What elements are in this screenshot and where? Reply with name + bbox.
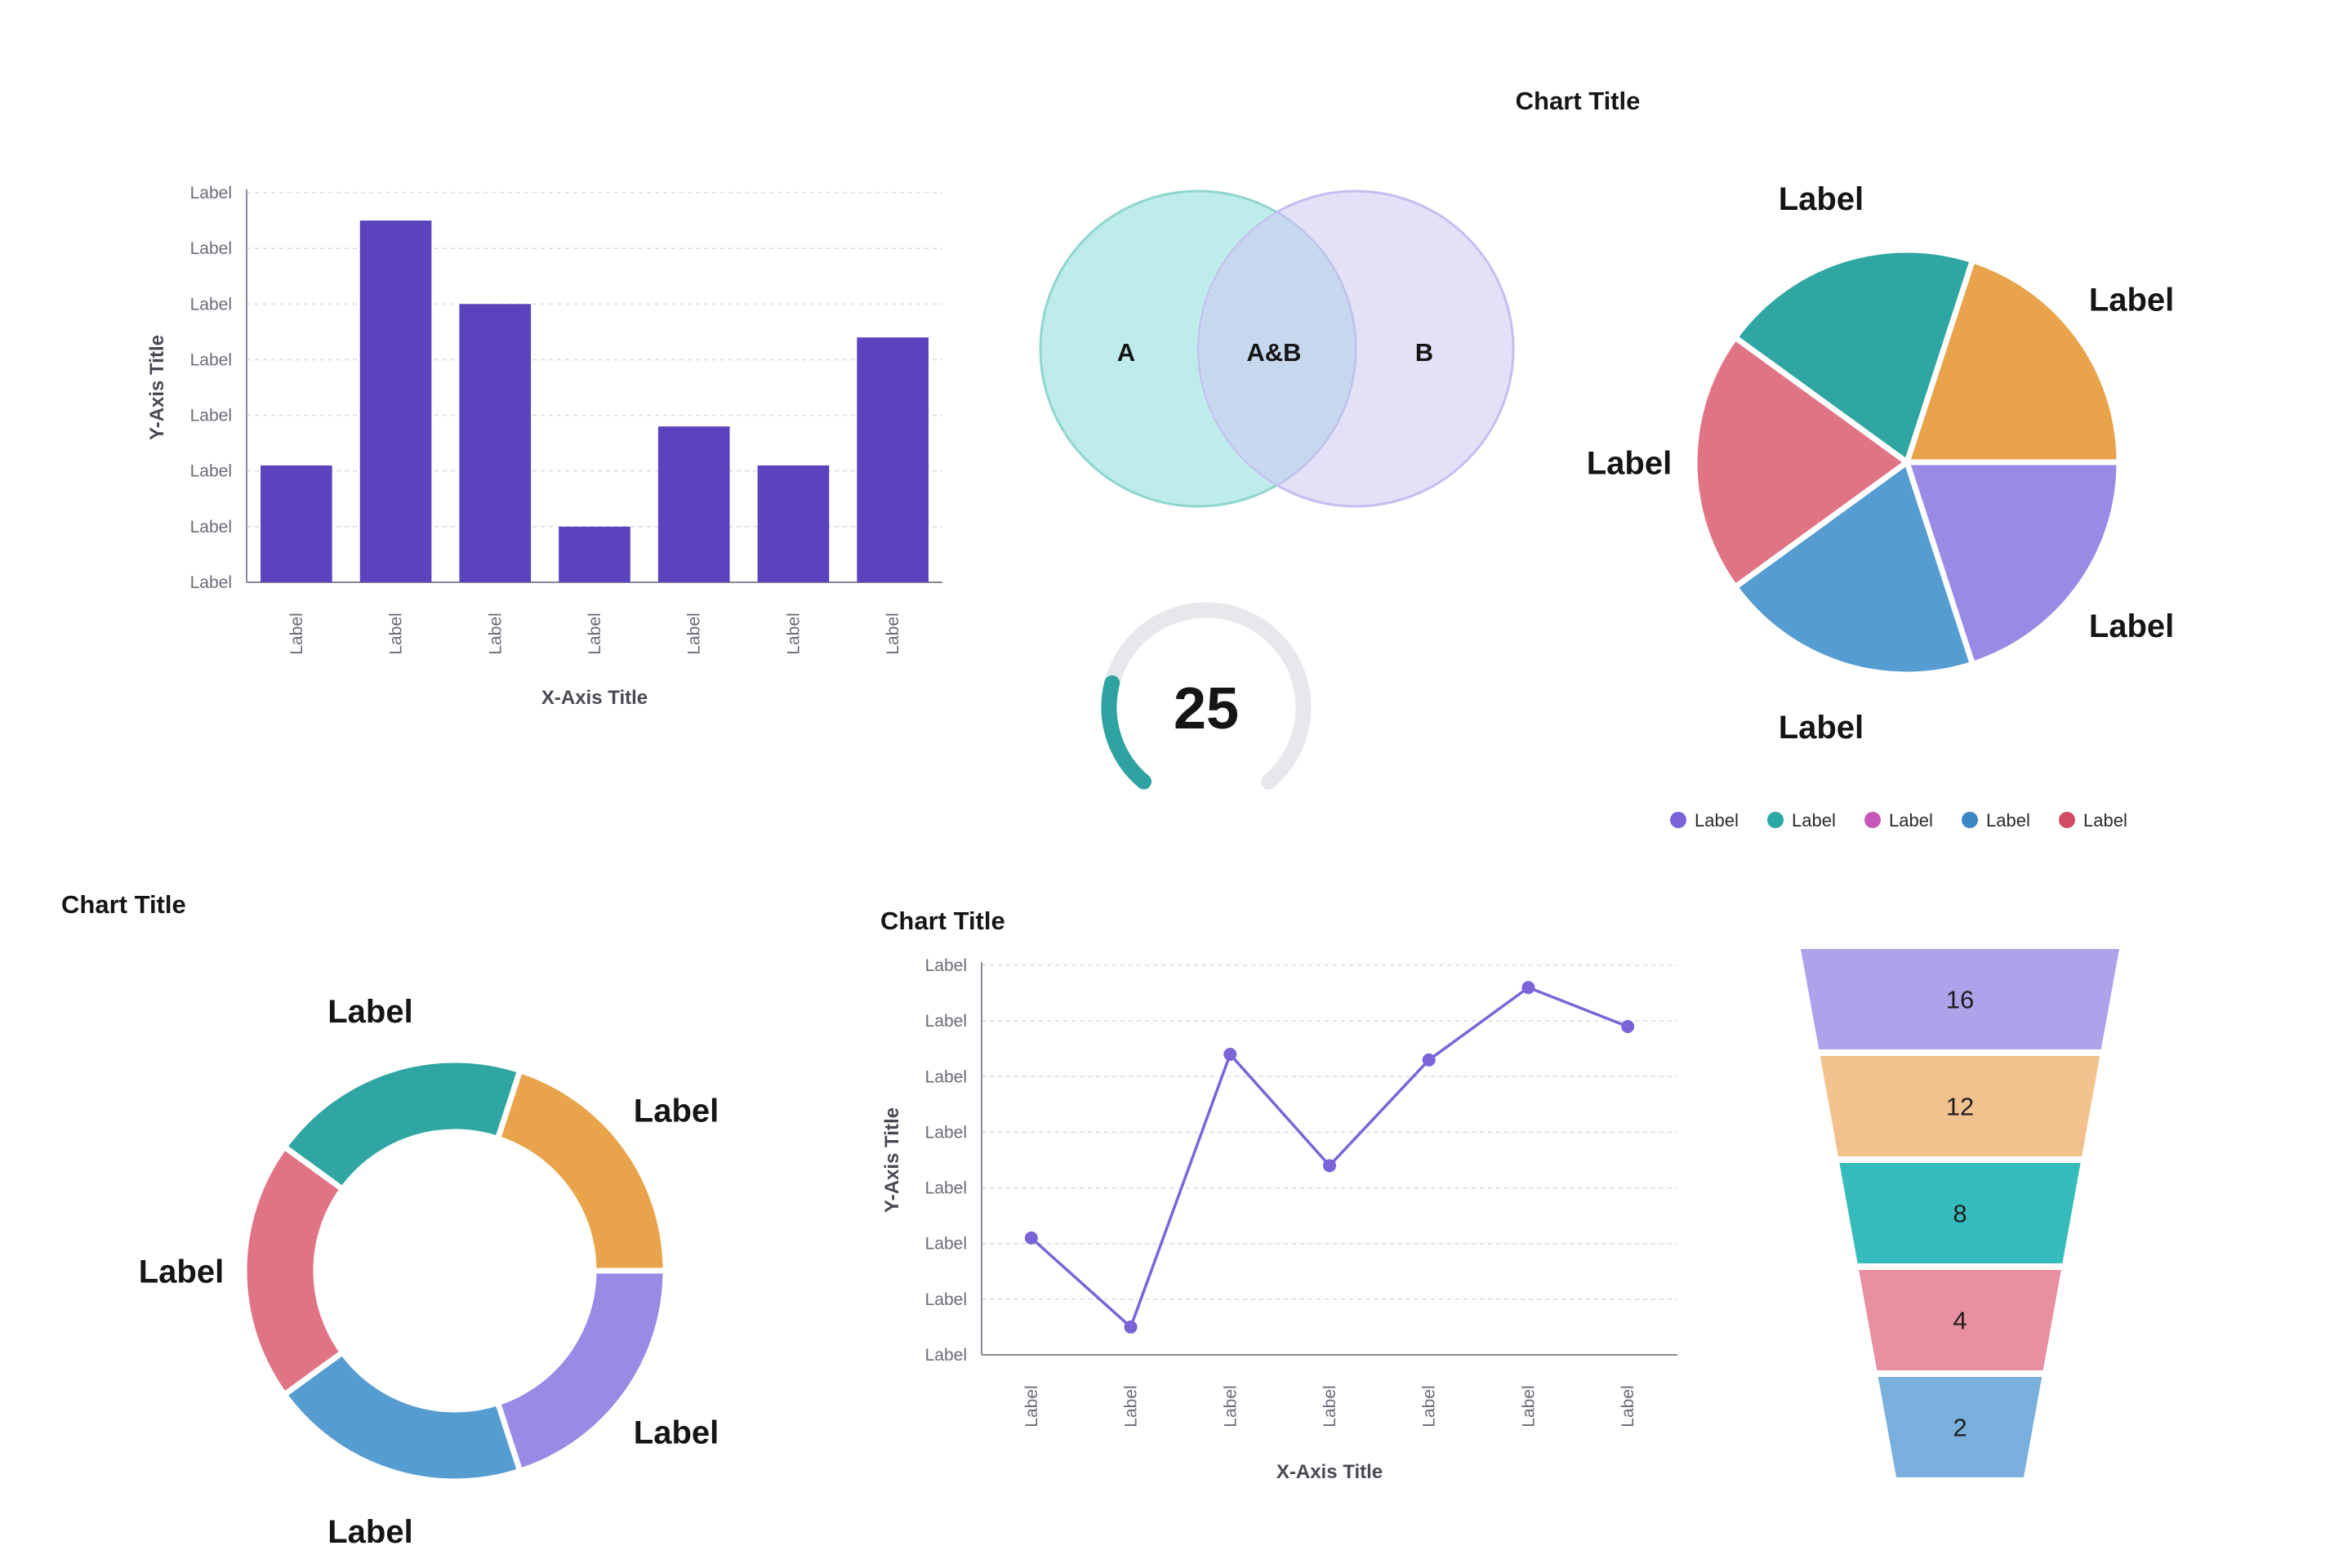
chart-title: Chart Title	[880, 906, 1005, 935]
donut-label: Label	[327, 994, 412, 1030]
y-tick-label: Label	[925, 1012, 967, 1031]
legend-label: Label	[1889, 810, 1933, 831]
funnel-chart: 16 12 8 4 2	[1801, 949, 2119, 1477]
y-tick-label: Label	[190, 462, 232, 481]
pie-label: Label	[1779, 710, 1864, 746]
chart-title: Chart Title	[1516, 87, 1641, 115]
y-tick-label: Label	[190, 239, 232, 258]
bar	[857, 337, 929, 582]
donut-label: Label	[139, 1254, 224, 1290]
venn-diagram: A A&B B	[1039, 189, 1515, 508]
x-tick-label: Label	[1420, 1385, 1439, 1427]
data-point	[1124, 1320, 1138, 1334]
bar-chart: Label Label Label Label Label Label Label Label…	[146, 184, 942, 709]
funnel-stage-label: 16	[1946, 986, 1974, 1014]
pie-label: Label	[1779, 181, 1864, 217]
series-line	[1030, 986, 1628, 1329]
y-tick-label: Label	[190, 295, 232, 314]
donut-label: Label	[634, 1093, 719, 1129]
legend-swatch	[1767, 812, 1784, 828]
venn-label-b: B	[1415, 338, 1433, 367]
legend-label: Label	[2083, 810, 2127, 831]
legend-label: Label	[1986, 810, 2030, 831]
funnel-stage-label: 12	[1946, 1093, 1974, 1121]
funnel-stage-label: 2	[1953, 1414, 1967, 1442]
legend-label: Label	[1695, 810, 1739, 831]
gauge-chart: 25	[1101, 602, 1312, 790]
bar	[261, 465, 332, 582]
x-tick-label: Label	[387, 612, 406, 654]
data-point	[1621, 1019, 1635, 1033]
chart-canvas: Label Label Label Label Label Label Label Label…	[61, 87, 2175, 1550]
x-tick-label: Label	[884, 612, 902, 654]
x-tick-label: Label	[1321, 1385, 1339, 1427]
line-chart: Label Label Label Label Label Label Label Label…	[880, 906, 1677, 1483]
data-point	[1223, 1048, 1237, 1062]
data-point	[1521, 981, 1535, 995]
x-tick-label: Label	[486, 612, 505, 654]
x-tick-label: Label	[1221, 1385, 1240, 1427]
y-tick-label: Label	[925, 1346, 967, 1365]
y-tick-label: Label	[925, 1235, 967, 1254]
data-point	[1024, 1231, 1038, 1245]
y-tick-label: Label	[925, 1179, 967, 1198]
data-point	[1422, 1053, 1436, 1067]
donut-segment	[281, 1057, 523, 1192]
donut-chart: Chart Title Label Label Label Label Label	[61, 890, 719, 1550]
x-tick-label: Label	[586, 612, 604, 654]
x-tick-label: Label	[1122, 1385, 1141, 1427]
x-tick-label: Label	[1519, 1385, 1538, 1427]
funnel-stage-label: 4	[1953, 1307, 1967, 1335]
bar	[359, 220, 432, 582]
y-tick-label: Label	[190, 350, 232, 369]
legend-swatch	[2059, 812, 2075, 828]
pie-chart: Chart Title Label Label Label Label Label Labe…	[1516, 87, 2175, 831]
funnel-stage-label: 8	[1953, 1200, 1967, 1228]
x-tick-label: Label	[1022, 1385, 1041, 1427]
pie-label: Label	[1587, 445, 1672, 481]
pie-label: Label	[2089, 283, 2174, 318]
data-point	[1323, 1159, 1336, 1173]
y-axis-title: Y-Axis Title	[146, 335, 168, 440]
y-axis-title: Y-Axis Title	[881, 1107, 903, 1213]
pie-label: Label	[2089, 608, 2174, 644]
y-tick-label: Label	[925, 1123, 967, 1142]
donut-label: Label	[327, 1514, 412, 1550]
y-tick-label: Label	[190, 518, 232, 537]
gauge-fill	[1101, 675, 1152, 790]
y-tick-label: Label	[190, 573, 232, 592]
x-tick-label: Label	[784, 612, 803, 654]
x-tick-label: Label	[685, 612, 704, 654]
bar	[559, 526, 630, 582]
y-tick-label: Label	[925, 956, 967, 975]
venn-label-a: A	[1117, 338, 1135, 367]
y-tick-label: Label	[925, 1290, 967, 1309]
x-tick-label: Label	[287, 612, 306, 654]
chart-title: Chart Title	[61, 890, 186, 919]
legend-swatch	[1670, 812, 1686, 828]
x-tick-label: Label	[1619, 1385, 1637, 1427]
legend-swatch	[1962, 812, 1978, 828]
donut-segment	[241, 1143, 345, 1398]
x-axis-title: X-Axis Title	[541, 687, 648, 709]
gauge-value: 25	[1174, 676, 1239, 742]
bar	[459, 304, 532, 582]
bar	[657, 426, 730, 582]
y-tick-label: Label	[190, 184, 232, 203]
venn-label-intersection: A&B	[1246, 338, 1301, 367]
y-tick-label: Label	[925, 1067, 967, 1086]
legend-swatch	[1864, 812, 1881, 828]
legend-label: Label	[1792, 810, 1836, 831]
donut-label: Label	[634, 1414, 719, 1450]
bar	[757, 465, 830, 582]
x-axis-title: X-Axis Title	[1276, 1461, 1383, 1483]
y-tick-label: Label	[190, 407, 232, 425]
